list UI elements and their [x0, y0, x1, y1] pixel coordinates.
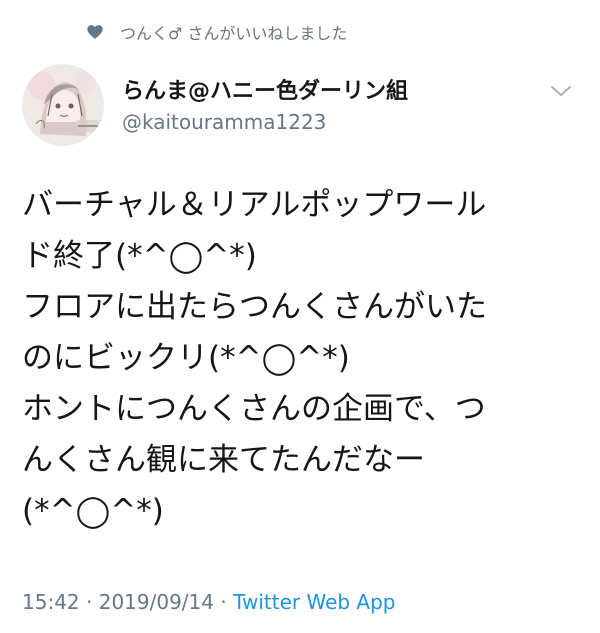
heart-icon [87, 25, 103, 39]
social-context[interactable]: つんく♂ さんがいいねしました [86, 20, 347, 44]
tweet-time[interactable]: 15:42 [22, 590, 80, 614]
avatar[interactable] [22, 64, 104, 146]
user-info[interactable]: らんま@ハニー色ダーリン組 @kaitouramma1223 [122, 78, 408, 136]
chevron-down-icon[interactable] [550, 84, 572, 98]
meta-separator: · [79, 590, 99, 614]
tweet-text-line: んくさん観に来てたんだなー [22, 442, 425, 478]
tweet-text-line: (*^◯^*) [22, 493, 164, 529]
tweet-text-line: バーチャル＆リアルポップワール [22, 187, 487, 223]
tweet-text-line: ホントにつんくさんの企画で、つ [22, 391, 486, 427]
tweet-text-line: フロアに出たらつんくさんがいた [22, 289, 487, 325]
display-name[interactable]: らんま@ハニー色ダーリン組 [122, 78, 408, 106]
tweet-header: らんま@ハニー色ダーリン組 @kaitouramma1223 [22, 64, 578, 148]
meta-separator: · [214, 590, 234, 614]
tweet-text-line: ド終了(*^◯^*) [22, 238, 257, 274]
tweet-source-link[interactable]: Twitter Web App [233, 590, 395, 614]
tweet-text-line: のにビックリ(*^◯^*) [22, 340, 350, 376]
social-context-text: つんく♂ さんがいいねしました [120, 24, 348, 43]
avatar-image [22, 64, 104, 146]
user-handle[interactable]: @kaitouramma1223 [122, 108, 408, 136]
tweet-date[interactable]: 2019/09/14 [99, 590, 214, 614]
tweet-meta: 15:42 · 2019/09/14 · Twitter Web App [22, 590, 396, 614]
tweet-text: バーチャル＆リアルポップワール ド終了(*^◯^*) フロアに出たらつんくさんが… [22, 180, 582, 537]
